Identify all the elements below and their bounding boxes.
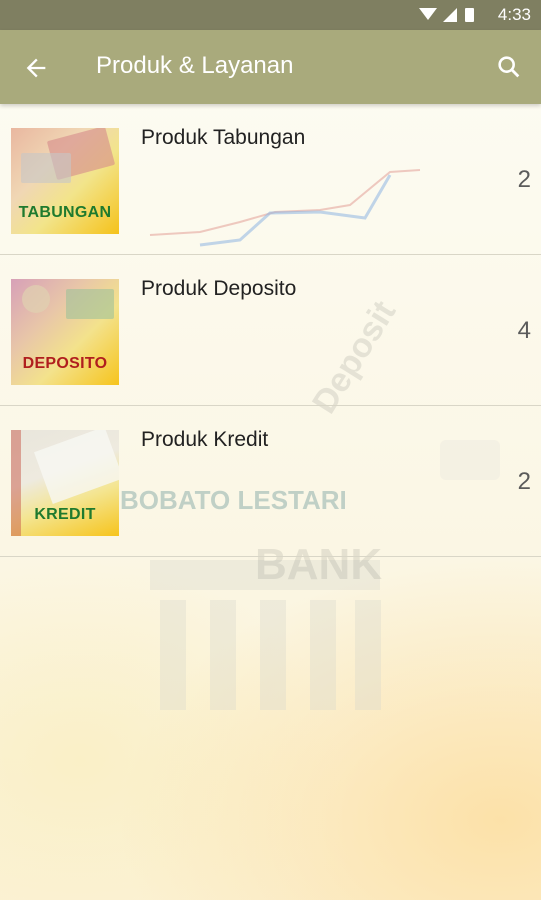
list-item-tabungan[interactable]: TABUNGAN Produk Tabungan 2 (0, 104, 541, 255)
search-icon (498, 56, 520, 78)
product-list: TABUNGAN Produk Tabungan 2 DEPOSITO Prod… (0, 104, 541, 557)
status-bar: 4:33 (0, 0, 541, 30)
item-count: 2 (517, 166, 531, 193)
thumbnail-tabungan: TABUNGAN (11, 128, 119, 234)
status-icons (417, 6, 477, 29)
status-time: 4:33 (497, 5, 531, 24)
thumbnail-label: KREDIT (34, 506, 96, 523)
back-button[interactable] (22, 54, 50, 82)
thumbnail-deposito: DEPOSITO (11, 279, 119, 385)
list-item-kredit[interactable]: KREDIT Produk Kredit 2 (0, 406, 541, 557)
item-count: 2 (517, 468, 531, 495)
thumbnail-label: TABUNGAN (18, 204, 112, 221)
item-name: Produk Tabungan (141, 126, 306, 149)
item-count: 4 (517, 317, 531, 344)
list-item-deposito[interactable]: DEPOSITO Produk Deposito 4 (0, 255, 541, 406)
item-name: Produk Kredit (141, 428, 269, 451)
arrow-back-icon (26, 58, 46, 78)
item-name: Produk Deposito (141, 277, 297, 300)
thumbnail-kredit: KREDIT (11, 430, 119, 536)
thumbnail-label: DEPOSITO (22, 355, 108, 372)
search-button[interactable] (495, 53, 523, 81)
page-title: Produk & Layanan (96, 52, 294, 79)
app-bar: Produk & Layanan (0, 30, 541, 104)
signal-battery-icon (419, 8, 474, 22)
